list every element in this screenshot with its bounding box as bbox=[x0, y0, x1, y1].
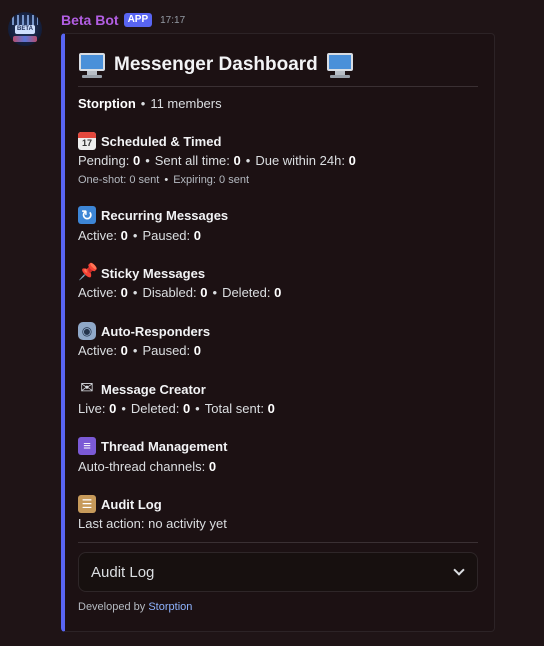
bot-avatar[interactable]: BETA bbox=[8, 12, 42, 46]
section-select-dropdown[interactable]: Audit Log bbox=[78, 552, 478, 592]
author-name[interactable]: Beta Bot bbox=[61, 12, 119, 28]
calendar-icon: 17 bbox=[78, 132, 96, 150]
divider bbox=[78, 542, 478, 543]
thread-spool-icon: ≡ bbox=[78, 437, 96, 455]
dashboard-embed: Messenger Dashboard Storption • 11 members… bbox=[61, 33, 495, 632]
robot-icon: ◉ bbox=[78, 322, 96, 340]
section-scheduled-stats: Pending: 0 • Sent all time: 0 • Due within 2… bbox=[78, 153, 356, 168]
message-timestamp[interactable]: 17:17 bbox=[160, 15, 185, 26]
due-count: 0 bbox=[348, 153, 356, 168]
pushpin-icon: 📌 bbox=[78, 264, 98, 281]
desktop-computer-icon bbox=[326, 51, 354, 79]
select-value: Audit Log bbox=[91, 563, 155, 581]
app-badge: APP bbox=[123, 13, 153, 27]
section-scheduled-details: One-shot: 0 sent • Expiring: 0 sent bbox=[78, 174, 250, 186]
section-threads-stats: Auto-thread channels: 0 bbox=[78, 459, 217, 474]
section-creator-title: ✉ Message Creator bbox=[78, 380, 205, 398]
section-sticky-title: 📌 Sticky Messages bbox=[78, 264, 206, 281]
section-scheduled-title: 17 Scheduled & Timed bbox=[78, 132, 221, 150]
pending-count: 0 bbox=[132, 153, 141, 168]
section-audit-title: ☰ Audit Log bbox=[78, 495, 162, 513]
chevron-down-icon bbox=[453, 564, 465, 576]
avatar-crown-decoration bbox=[12, 15, 38, 25]
server-info: Storption • 11 members bbox=[78, 96, 222, 111]
embed-footer: Developed by Storption bbox=[78, 601, 193, 613]
message-header: Beta Bot APP 17:17 bbox=[61, 11, 185, 29]
server-name: Storption bbox=[78, 96, 136, 111]
section-threads-title: ≡ Thread Management bbox=[78, 437, 227, 455]
section-creator-stats: Live: 0 • Deleted: 0 • Total sent: 0 bbox=[78, 401, 275, 416]
envelope-icon: ✉ bbox=[80, 380, 94, 397]
section-recurring-title: ↻ Recurring Messages bbox=[78, 206, 228, 224]
clipboard-icon: ☰ bbox=[78, 495, 96, 513]
section-autoresponders-title: ◉ Auto-Responders bbox=[78, 322, 210, 340]
avatar-beta-label: BETA bbox=[15, 25, 35, 34]
section-recurring-stats: Active: 0 • Paused: 0 bbox=[78, 228, 201, 243]
member-count: 11 members bbox=[150, 96, 222, 111]
section-sticky-stats: Active: 0 • Disabled: 0 • Deleted: 0 bbox=[78, 285, 282, 300]
divider bbox=[78, 86, 478, 87]
section-autoresponders-stats: Active: 0 • Paused: 0 bbox=[78, 343, 201, 358]
embed-title-text: Messenger Dashboard bbox=[114, 54, 318, 75]
sent-count: 0 bbox=[233, 153, 241, 168]
repeat-icon: ↻ bbox=[78, 206, 96, 224]
avatar-base-decoration bbox=[13, 36, 37, 42]
embed-title: Messenger Dashboard bbox=[78, 49, 354, 81]
section-audit-last-action: Last action: no activity yet bbox=[78, 516, 227, 531]
desktop-computer-icon bbox=[78, 51, 106, 79]
footer-link[interactable]: Storption bbox=[148, 601, 192, 613]
